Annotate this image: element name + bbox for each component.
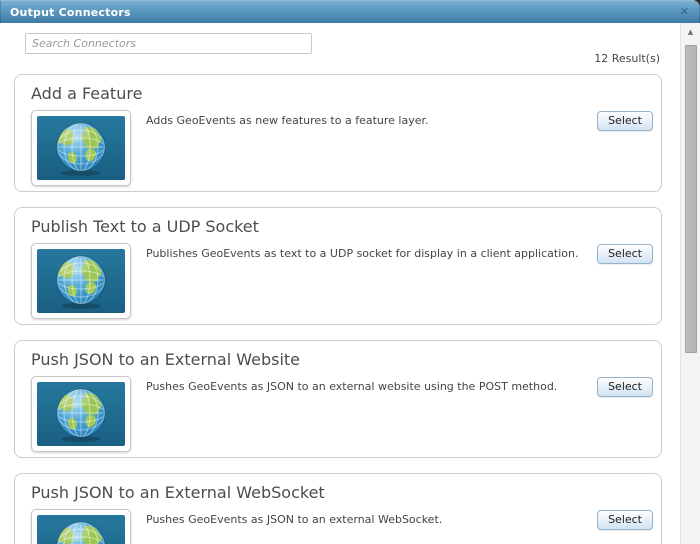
connector-description: Publishes GeoEvents as text to a UDP soc… bbox=[146, 247, 579, 260]
connector-card-body: Publishes GeoEvents as text to a UDP soc… bbox=[15, 243, 661, 319]
select-button[interactable]: Select bbox=[597, 510, 653, 530]
connector-thumbnail bbox=[31, 376, 131, 452]
connector-card-body: Adds GeoEvents as new features to a feat… bbox=[15, 110, 661, 186]
connector-thumbnail bbox=[31, 509, 131, 544]
connector-title: Publish Text to a UDP Socket bbox=[31, 217, 259, 236]
dialog-titlebar[interactable]: Output Connectors ✕ bbox=[0, 0, 700, 23]
connector-card-body: Pushes GeoEvents as JSON to an external … bbox=[15, 509, 661, 544]
connector-card-add-a-feature: Add a Feature Adds GeoEvents as new feat… bbox=[14, 74, 662, 192]
connector-list: Add a Feature Adds GeoEvents as new feat… bbox=[14, 74, 662, 544]
dialog-content: 12 Result(s) Add a Feature bbox=[0, 23, 680, 544]
close-icon[interactable]: ✕ bbox=[680, 5, 689, 18]
connector-card-body: Pushes GeoEvents as JSON to an external … bbox=[15, 376, 661, 452]
connector-card-push-json-websocket: Push JSON to an External WebSocket Pushe… bbox=[14, 473, 662, 544]
output-connectors-dialog: Output Connectors ✕ 12 Result(s) Add a F… bbox=[0, 0, 700, 544]
connector-title: Push JSON to an External Website bbox=[31, 350, 301, 369]
connector-card-push-json-website: Push JSON to an External Website Pushes … bbox=[14, 340, 662, 458]
scroll-up-arrow-icon[interactable]: ▲ bbox=[681, 23, 700, 42]
select-button[interactable]: Select bbox=[597, 244, 653, 264]
connector-title: Push JSON to an External WebSocket bbox=[31, 483, 325, 502]
globe-icon bbox=[37, 515, 125, 544]
connector-description: Pushes GeoEvents as JSON to an external … bbox=[146, 380, 558, 393]
globe-icon bbox=[37, 382, 125, 446]
search-input[interactable] bbox=[25, 33, 312, 54]
globe-icon bbox=[37, 116, 125, 180]
scrollbar[interactable]: ▲ bbox=[680, 23, 700, 544]
connector-description: Adds GeoEvents as new features to a feat… bbox=[146, 114, 429, 127]
scrollbar-thumb[interactable] bbox=[685, 45, 697, 353]
connector-thumbnail bbox=[31, 110, 131, 186]
page: { "dialog": { "title": "Output Connector… bbox=[0, 0, 700, 544]
results-count: 12 Result(s) bbox=[594, 52, 660, 65]
connector-thumbnail bbox=[31, 243, 131, 319]
connector-description: Pushes GeoEvents as JSON to an external … bbox=[146, 513, 443, 526]
connector-card-publish-text-udp: Publish Text to a UDP Socket Publishes G… bbox=[14, 207, 662, 325]
connector-title: Add a Feature bbox=[31, 84, 143, 103]
select-button[interactable]: Select bbox=[597, 111, 653, 131]
select-button[interactable]: Select bbox=[597, 377, 653, 397]
globe-icon bbox=[37, 249, 125, 313]
dialog-title: Output Connectors bbox=[10, 6, 131, 19]
